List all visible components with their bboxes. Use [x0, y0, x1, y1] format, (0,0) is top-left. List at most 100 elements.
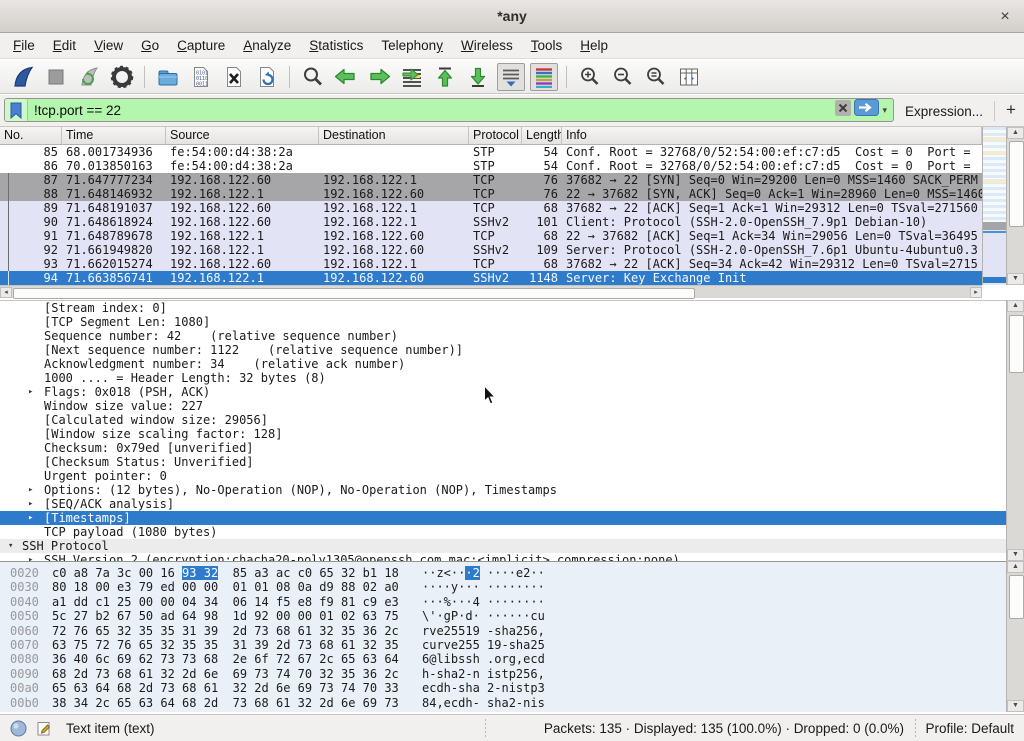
hex-ascii[interactable]: rve25519 -sha256,	[422, 624, 545, 638]
packet-row[interactable]: 8871.648146932192.168.122.1192.168.122.6…	[0, 187, 982, 201]
scroll-left-icon[interactable]: ◂	[0, 287, 12, 298]
scroll-down-icon[interactable]: ▼	[1007, 549, 1024, 561]
collapsed-arrow-icon[interactable]: ▸	[28, 497, 33, 511]
hex-bytes[interactable]: 65 63 64 68 2d 73 68 61 32 2d 6e 69 73 7…	[52, 681, 399, 695]
packet-row[interactable]: 9471.663856741192.168.122.1192.168.122.6…	[0, 271, 982, 285]
close-capture-icon[interactable]	[220, 63, 248, 91]
hex-bytes[interactable]: 68 2d 73 68 61 32 2d 6e 69 73 74 70 32 3…	[52, 667, 399, 681]
hex-ascii[interactable]: h-sha2-n istp256,	[422, 667, 545, 681]
scroll-down-icon[interactable]: ▼	[1007, 273, 1024, 285]
column-header-dest[interactable]: Destination	[319, 127, 469, 144]
hex-ascii[interactable]: 6@libssh .org,ecd	[422, 652, 545, 666]
detail-row[interactable]: ▸[Timestamps]	[0, 511, 1006, 525]
packet-row[interactable]: 8670.013850163fe:54:00:d4:38:2aSTP54Conf…	[0, 159, 982, 173]
detail-row[interactable]: [Checksum Status: Unverified]	[0, 455, 1006, 469]
detail-row[interactable]: Acknowledgment number: 34 (relative ack …	[0, 357, 1006, 371]
hex-ascii[interactable]: ecdh-sha 2-nistp3	[422, 681, 545, 695]
menu-analyze[interactable]: Analyze	[234, 35, 300, 56]
detail-row[interactable]: [Next sequence number: 1122 (relative se…	[0, 343, 1006, 357]
capture-options-icon[interactable]	[108, 63, 136, 91]
packet-row[interactable]: 9371.662015274192.168.122.60192.168.122.…	[0, 257, 982, 271]
hex-bytes[interactable]: 36 40 6c 69 62 73 73 68 2e 6f 72 67 2c 6…	[52, 652, 399, 666]
column-header-info[interactable]: Info	[562, 127, 982, 144]
add-filter-button[interactable]: +	[1002, 99, 1020, 121]
bytes-scrollbar[interactable]: ▲ ▼	[1006, 561, 1024, 712]
filter-bookmark-icon[interactable]	[5, 99, 28, 121]
packet-row[interactable]: 8568.001734936fe:54:00:d4:38:2aSTP54Conf…	[0, 145, 982, 159]
detail-row[interactable]: TCP payload (1080 bytes)	[0, 525, 1006, 539]
hscrollbar-thumb[interactable]	[13, 288, 695, 299]
hex-row[interactable]: 0020c0 a8 7a 3c 00 16 93 32 85 a3 ac c0 …	[0, 566, 1006, 580]
hex-ascii[interactable]: ··z<···2 ····e2··	[422, 566, 545, 580]
scroll-down-icon[interactable]: ▼	[1007, 700, 1024, 712]
packet-minimap[interactable]	[982, 127, 1006, 285]
hex-row[interactable]: 007063 75 72 76 65 32 35 35 31 39 2d 73 …	[0, 638, 1006, 652]
hex-ascii[interactable]: \'·gP·d· ······cu	[422, 609, 545, 623]
scroll-up-icon[interactable]: ▲	[1007, 300, 1024, 312]
save-capture-icon[interactable]: 010101100011	[187, 63, 215, 91]
menu-statistics[interactable]: Statistics	[300, 35, 372, 56]
hex-bytes[interactable]: 72 76 65 32 35 35 31 39 2d 73 68 61 32 3…	[52, 624, 399, 638]
expression-button[interactable]: Expression...	[905, 104, 983, 119]
scroll-right-icon[interactable]: ▸	[970, 287, 982, 298]
column-header-source[interactable]: Source	[166, 127, 319, 144]
packet-row[interactable]: 9071.648618924192.168.122.60192.168.122.…	[0, 215, 982, 229]
go-to-packet-icon[interactable]	[398, 63, 426, 91]
collapsed-arrow-icon[interactable]: ▸	[28, 511, 33, 525]
restart-capture-icon[interactable]	[75, 63, 103, 91]
hex-row[interactable]: 003080 18 00 e3 79 ed 00 00 01 01 08 0a …	[0, 580, 1006, 594]
hex-row[interactable]: 0040a1 dd c1 25 00 00 04 34 06 14 f5 e8 …	[0, 595, 1006, 609]
go-forward-icon[interactable]	[365, 63, 393, 91]
packet-list-scrollbar[interactable]: ▲ ▼	[1006, 127, 1024, 285]
hex-bytes[interactable]: 5c 27 b2 67 50 ad 64 98 1d 92 00 00 01 0…	[52, 609, 399, 623]
go-back-icon[interactable]	[332, 63, 360, 91]
detail-row[interactable]: 1000 .... = Header Length: 32 bytes (8)	[0, 371, 1006, 385]
scroll-up-icon[interactable]: ▲	[1007, 127, 1024, 139]
packet-bytes-pane[interactable]: 0020c0 a8 7a 3c 00 16 93 32 85 a3 ac c0 …	[0, 561, 1006, 712]
detail-row[interactable]: ▾SSH Protocol	[0, 539, 1006, 553]
menu-go[interactable]: Go	[132, 35, 168, 56]
column-header-len[interactable]: Length	[522, 127, 562, 144]
column-header-time[interactable]: Time	[62, 127, 166, 144]
capture-comment-icon[interactable]	[36, 720, 53, 740]
filter-input[interactable]: !tcp.port == 22	[28, 103, 835, 118]
menu-view[interactable]: View	[85, 35, 132, 56]
start-capture-icon[interactable]	[9, 63, 37, 91]
zoom-out-icon[interactable]	[609, 63, 637, 91]
packet-row[interactable]: 8771.647777234192.168.122.60192.168.122.…	[0, 173, 982, 187]
detail-row[interactable]: [Window size scaling factor: 128]	[0, 427, 1006, 441]
detail-row[interactable]: ▸[SEQ/ACK analysis]	[0, 497, 1006, 511]
hex-ascii[interactable]: ···%···4 ········	[422, 595, 545, 609]
go-last-packet-icon[interactable]	[464, 63, 492, 91]
open-capture-icon[interactable]	[154, 63, 182, 91]
packet-row[interactable]: 9271.661949820192.168.122.1192.168.122.6…	[0, 243, 982, 257]
hex-bytes[interactable]: 38 34 2c 65 63 64 68 2d 73 68 61 32 2d 6…	[52, 696, 399, 710]
detail-row[interactable]: Window size value: 227	[0, 399, 1006, 413]
scrollbar-thumb[interactable]	[1009, 315, 1024, 373]
detail-row[interactable]: ▸Options: (12 bytes), No-Operation (NOP)…	[0, 483, 1006, 497]
detail-row[interactable]: ▸Flags: 0x018 (PSH, ACK)	[0, 385, 1006, 399]
display-filter-field[interactable]: !tcp.port == 22 ▾	[4, 98, 894, 122]
menu-capture[interactable]: Capture	[168, 35, 234, 56]
detail-row[interactable]: Urgent pointer: 0	[0, 469, 1006, 483]
stop-capture-icon[interactable]	[42, 63, 70, 91]
detail-row[interactable]: [Calculated window size: 29056]	[0, 413, 1006, 427]
hex-bytes[interactable]: 63 75 72 76 65 32 35 35 31 39 2d 73 68 6…	[52, 638, 399, 652]
collapsed-arrow-icon[interactable]: ▸	[28, 385, 33, 399]
menu-file[interactable]: File	[4, 35, 44, 56]
detail-row[interactable]: [Stream index: 0]	[0, 301, 1006, 315]
column-header-no[interactable]: No.	[0, 127, 62, 144]
hex-bytes[interactable]: c0 a8 7a 3c 00 16 93 32 85 a3 ac c0 65 3…	[52, 566, 399, 580]
collapsed-arrow-icon[interactable]: ▸	[28, 483, 33, 497]
filter-apply-icon[interactable]	[854, 99, 879, 121]
detail-row[interactable]: ▸SSH Version 2 (encryption:chacha20-poly…	[0, 553, 1006, 561]
column-header-proto[interactable]: Protocol	[469, 127, 522, 144]
hex-row[interactable]: 006072 76 65 32 35 35 31 39 2d 73 68 61 …	[0, 624, 1006, 638]
hex-row[interactable]: 009068 2d 73 68 61 32 2d 6e 69 73 74 70 …	[0, 667, 1006, 681]
hex-bytes[interactable]: 80 18 00 e3 79 ed 00 00 01 01 08 0a d9 8…	[52, 580, 399, 594]
detail-row[interactable]: [TCP Segment Len: 1080]	[0, 315, 1006, 329]
filter-clear-icon[interactable]	[835, 100, 851, 121]
status-profile[interactable]: Profile: Default	[925, 721, 1014, 736]
resize-columns-icon[interactable]	[675, 63, 703, 91]
packet-row[interactable]: 8971.648191037192.168.122.60192.168.122.…	[0, 201, 982, 215]
